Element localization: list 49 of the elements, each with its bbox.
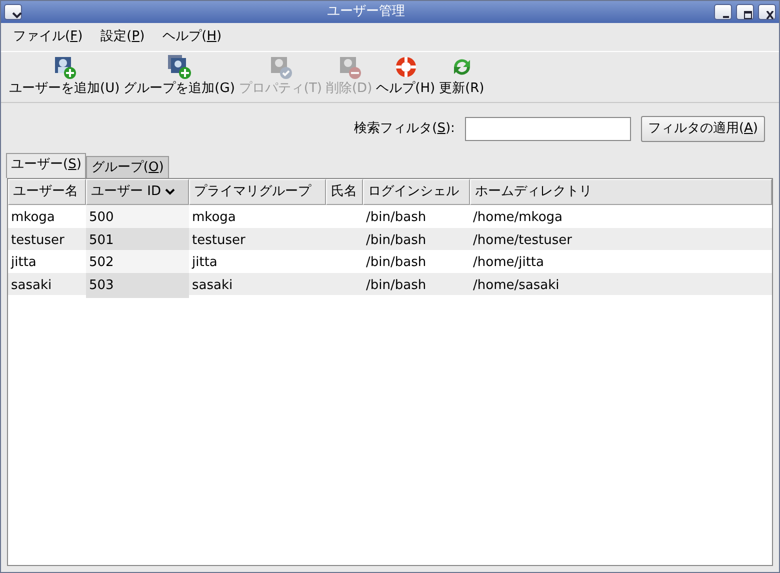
group-add-icon [167,54,192,78]
table-cell-text: /home/mkoga [472,209,564,227]
table-cell-text: sasaki [10,276,53,294]
table-cell-text: mkoga [10,209,56,227]
column-header[interactable]: ユーザー名 [8,179,86,205]
apply-filter-button[interactable]: フィルタの適用(A) [640,116,765,142]
lifebuoy-icon [394,54,418,78]
toolbar-button[interactable]: 更新(R) [439,54,484,98]
close-icon [765,11,775,20]
sort-chevron-icon [164,188,175,196]
window-title: ユーザー管理 [326,3,406,22]
table-cell-text: mkoga [191,209,237,227]
table-cell-text: /bin/bash [365,276,428,294]
column-header[interactable]: ログインシェル [363,179,470,205]
search-label: 検索フィルタ(S): [354,120,455,138]
table-cell: 503 [86,272,189,298]
column-header[interactable]: プライマリグループ [189,179,326,205]
user-remove-icon [337,54,362,78]
table-cell-text: /home/sasaki [472,276,560,294]
table-cell-text: testuser [10,232,66,250]
menu-item[interactable]: ファイル(F) [13,27,83,47]
search-field[interactable] [464,117,631,141]
window-menu-button[interactable] [4,4,22,20]
toolbar-button[interactable]: ヘルプ(H) [376,54,436,98]
toolbar-button[interactable]: グループを追加(G) [124,54,235,98]
caret-icon [11,11,23,20]
table-cell-text: /home/jitta [472,254,545,272]
column-header[interactable]: ホームディレクトリ [470,179,772,205]
table-cell-text: /home/testuser [472,232,573,250]
menu-item[interactable]: 設定(P) [100,27,145,47]
tab[interactable]: ユーザー(S) [6,153,86,178]
table-cell-text: testuser [191,232,246,250]
close-button[interactable] [758,4,776,20]
tab[interactable]: グループ(O) [86,156,169,178]
maximize-button[interactable] [736,4,754,20]
maximize-icon [743,11,753,20]
minimize-button[interactable] [714,4,732,20]
table-cell-text: /bin/bash [365,232,428,250]
column-header[interactable]: 氏名 [326,179,363,205]
table-cell-text: /bin/bash [365,209,428,227]
table-cell-text: jitta [190,254,218,272]
menu-item[interactable]: ヘルプ(H) [162,27,222,47]
user-add-icon [52,54,76,78]
table-cell-text: sasaki [191,276,234,294]
toolbar-button[interactable]: ユーザーを追加(U) [9,54,120,98]
table-cell-text: jitta [10,254,38,272]
table-cell-text: /bin/bash [365,254,428,272]
column-header[interactable]: ユーザー ID [86,179,189,205]
user-check-icon [268,54,292,78]
